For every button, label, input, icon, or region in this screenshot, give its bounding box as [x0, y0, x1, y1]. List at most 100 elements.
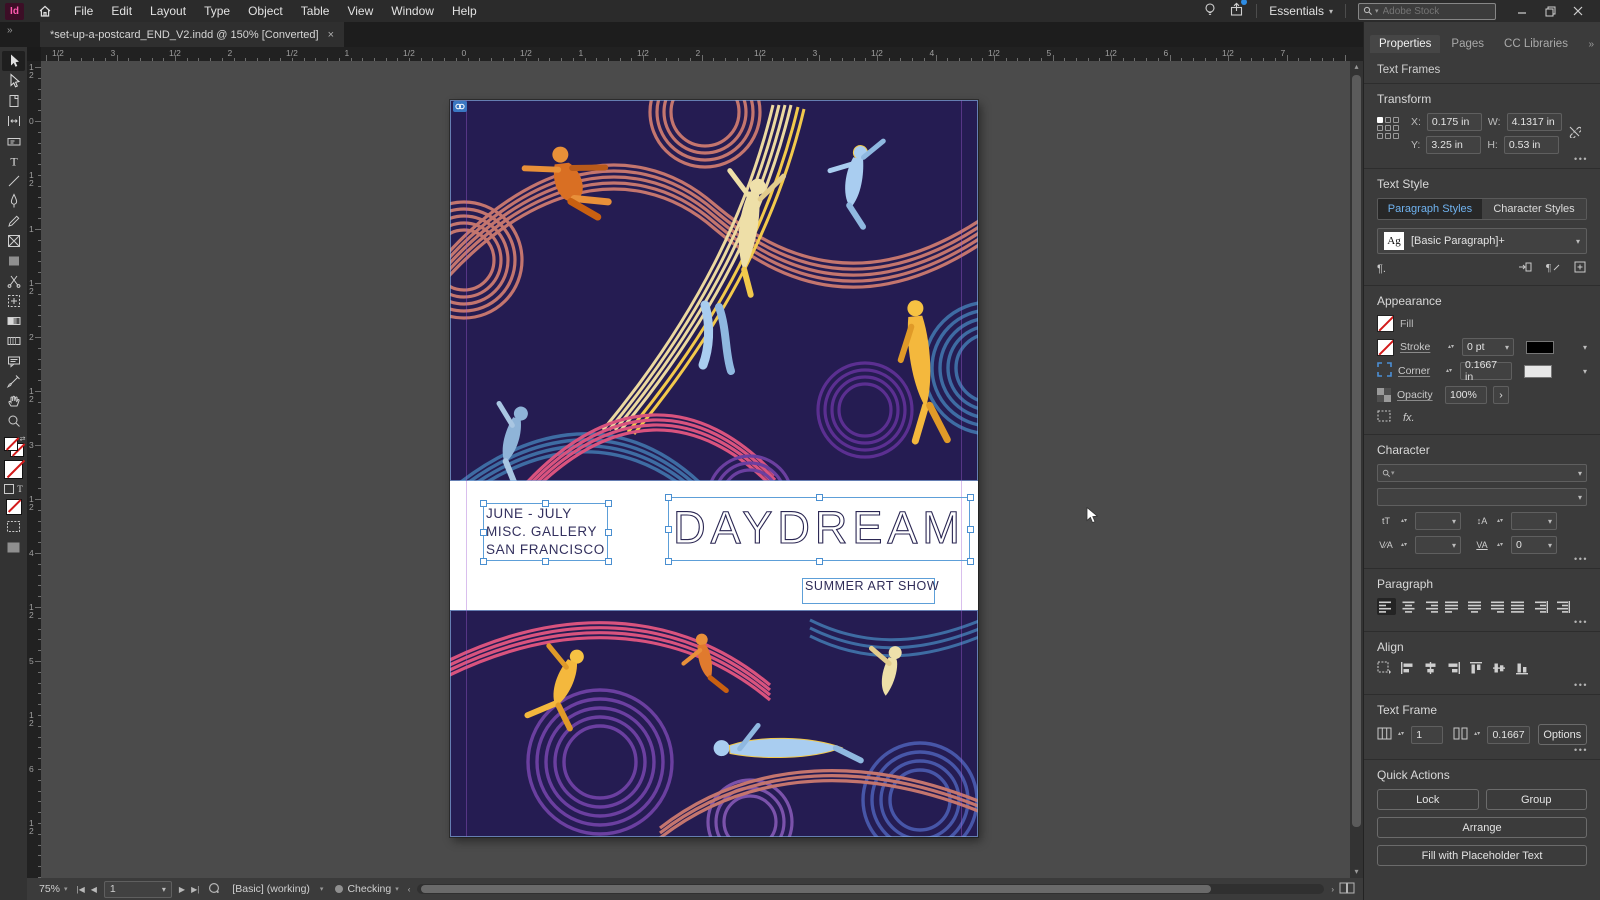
align-top-edges-button[interactable] — [1469, 661, 1484, 678]
lightbulb-icon[interactable] — [1203, 2, 1217, 20]
document-page[interactable]: JUNE - JULY MISC. GALLERY SAN FRANCISCO … — [450, 100, 978, 837]
zoom-level-select[interactable]: 75% ▾ — [27, 883, 74, 895]
home-icon[interactable] — [38, 4, 52, 18]
frame-fitting-icon[interactable] — [1377, 410, 1391, 425]
stroke-color-well[interactable] — [1526, 340, 1554, 354]
pencil-tool[interactable] — [2, 211, 25, 231]
indesign-logo[interactable]: Id — [5, 2, 24, 20]
free-transform-tool[interactable] — [2, 291, 25, 311]
menu-edit[interactable]: Edit — [111, 4, 132, 18]
menu-layout[interactable]: Layout — [150, 4, 186, 18]
selection-handle[interactable] — [479, 528, 487, 536]
preflight-icon[interactable] — [208, 882, 220, 897]
hand-tool[interactable] — [2, 391, 25, 411]
scroll-right-icon[interactable]: › — [1328, 885, 1337, 894]
gutter-field[interactable]: 0.1667 — [1487, 725, 1530, 744]
vertical-scrollbar[interactable]: ▴ ▾ — [1350, 61, 1363, 878]
lock-button[interactable]: Lock — [1377, 789, 1479, 810]
group-button[interactable]: Group — [1485, 789, 1587, 810]
scroll-left-icon[interactable]: ‹ — [405, 885, 414, 894]
selection-handle[interactable] — [542, 557, 549, 565]
paragraph-mark-icon[interactable]: ¶. — [1377, 263, 1386, 275]
rectangle-tool[interactable] — [2, 251, 25, 271]
align-to-selection-select[interactable] — [1377, 661, 1392, 678]
corner-label[interactable]: Corner — [1398, 365, 1440, 377]
ruler-origin-corner[interactable] — [27, 47, 41, 61]
align-bottom-edges-button[interactable] — [1515, 661, 1530, 678]
font-style-select[interactable]: ▾ — [1377, 488, 1587, 506]
opacity-field[interactable]: 100% — [1445, 386, 1487, 404]
more-options-icon[interactable]: ••• — [1574, 154, 1588, 164]
selection-handle[interactable] — [479, 557, 487, 565]
fill-placeholder-button[interactable]: Fill with Placeholder Text — [1377, 845, 1587, 866]
previous-page-button[interactable]: ◀ — [88, 885, 100, 894]
apply-none-swatch[interactable] — [5, 499, 22, 515]
selection-handle[interactable] — [815, 493, 823, 501]
tab-pages[interactable]: Pages — [1442, 35, 1493, 53]
page-tool[interactable] — [2, 91, 25, 111]
constrain-proportions-icon[interactable] — [1568, 125, 1582, 141]
eyedropper-tool[interactable] — [2, 371, 25, 391]
character-styles-tab[interactable]: Character Styles — [1482, 199, 1586, 219]
fill-color-swatch[interactable] — [4, 460, 23, 479]
vertical-ruler[interactable]: 1 2 0 1 2 1 1 2 2 1 2 3 1 2 4 1 2 5 1 2 6 1 2 — [27, 61, 41, 878]
stroke-swatch[interactable] — [1377, 338, 1394, 356]
paragraph-styles-tab[interactable]: Paragraph Styles — [1378, 199, 1482, 219]
align-vertical-centers-button[interactable] — [1492, 661, 1507, 678]
menu-window[interactable]: Window — [391, 4, 434, 18]
page-number-field[interactable]: 1 ▾ — [103, 880, 172, 898]
pen-tool[interactable] — [2, 191, 25, 211]
scroll-down-icon[interactable]: ▾ — [1350, 866, 1363, 878]
menu-view[interactable]: View — [347, 4, 373, 18]
next-page-button[interactable]: ▶ — [176, 885, 188, 894]
tracking-field[interactable]: 0 ▾ — [1511, 536, 1557, 554]
selection-handle[interactable] — [604, 557, 612, 565]
frame-tool[interactable] — [2, 231, 25, 251]
kerning-stepper[interactable]: ▴▾ — [1401, 542, 1409, 548]
clear-overrides-icon[interactable]: ¶ — [1546, 261, 1560, 276]
workspace-switcher[interactable]: Essentials ▾ — [1269, 4, 1333, 18]
menu-help[interactable]: Help — [452, 4, 477, 18]
selection-handle[interactable] — [966, 525, 974, 533]
selection-handle[interactable] — [604, 528, 612, 536]
collapse-tools-icon[interactable]: » — [7, 25, 13, 36]
note-tool[interactable] — [2, 351, 25, 371]
corner-shape-well[interactable] — [1524, 364, 1552, 378]
gradient-feather-tool[interactable] — [2, 331, 25, 351]
tab-properties[interactable]: Properties — [1370, 35, 1441, 53]
more-options-icon[interactable]: ••• — [1574, 554, 1588, 564]
preflight-status-select[interactable]: Checking ▾ — [329, 883, 404, 895]
corner-radius-field[interactable]: 0.1667 in — [1460, 359, 1512, 383]
menu-type[interactable]: Type — [204, 4, 230, 18]
selection-handle[interactable] — [664, 525, 672, 533]
align-horizontal-centers-button[interactable] — [1423, 661, 1438, 678]
justify-all-button[interactable] — [1509, 598, 1528, 615]
menu-table[interactable]: Table — [301, 4, 330, 18]
create-style-icon[interactable] — [1574, 261, 1587, 276]
selection-handle[interactable] — [966, 493, 974, 501]
fill-stroke-proxy[interactable]: ⇄ — [3, 436, 26, 457]
more-options-icon[interactable]: ••• — [1574, 680, 1588, 690]
close-tab-icon[interactable]: × — [328, 29, 334, 41]
canvas-pasteboard[interactable]: JUNE - JULY MISC. GALLERY SAN FRANCISCO … — [41, 61, 1350, 878]
stroke-weight-field[interactable]: 0 pt ▾ — [1462, 338, 1514, 356]
minimize-button[interactable] — [1508, 1, 1536, 21]
leading-field[interactable]: ▾ — [1511, 512, 1557, 530]
selection-handle[interactable] — [815, 557, 823, 565]
effects-label[interactable]: fx. — [1403, 412, 1415, 424]
preset-select[interactable]: [Basic] (working) ▾ — [226, 883, 329, 895]
line-tool[interactable] — [2, 171, 25, 191]
leading-stepper[interactable]: ▴▾ — [1497, 518, 1505, 524]
content-collector-tool[interactable] — [2, 131, 25, 151]
justify-center-button[interactable] — [1465, 598, 1484, 615]
selection-handle[interactable] — [664, 493, 672, 501]
w-field[interactable]: 4.1317 in — [1506, 113, 1562, 131]
opacity-expand-button[interactable]: › — [1493, 386, 1509, 404]
align-away-spine-button[interactable] — [1553, 598, 1572, 615]
horizontal-ruler[interactable]: 1/2 3 1/2 2 1/2 1 1/2 0 1/2 1 1/2 2 1/2 3 1/2 4 1/2 5 1/2 6… — [41, 47, 1350, 61]
align-right-edges-button[interactable] — [1446, 661, 1461, 678]
paragraph-style-select[interactable]: Ag [Basic Paragraph]+ ▾ — [1377, 228, 1587, 254]
zoom-tool[interactable] — [2, 411, 25, 431]
font-size-field[interactable]: ▾ — [1415, 512, 1461, 530]
formatting-affects-toggle[interactable]: T — [4, 484, 23, 494]
